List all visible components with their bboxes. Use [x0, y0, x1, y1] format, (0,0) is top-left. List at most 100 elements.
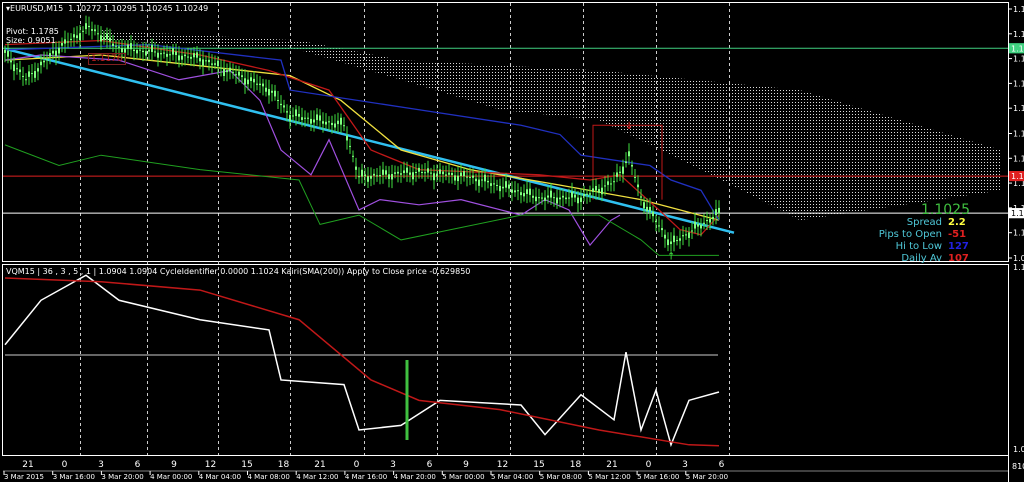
candle-body [181, 55, 183, 60]
candle-body [334, 123, 336, 128]
candle-body [448, 172, 450, 175]
candle-body [22, 75, 24, 77]
price-axis-label: 1.11505 [1013, 79, 1024, 88]
candle-body [250, 77, 252, 81]
candle-body [703, 222, 705, 224]
candle-body [505, 181, 507, 188]
oscillator-axis-label: 1.1099 [1013, 263, 1024, 272]
candle-body [34, 71, 36, 78]
candle-body [136, 50, 138, 54]
candle-body [208, 59, 210, 63]
candle-body [49, 53, 51, 57]
price-axis-label: 1.11745 [1013, 55, 1024, 64]
candle-body [529, 188, 531, 195]
candle-body [418, 167, 420, 172]
candle-body [511, 189, 513, 193]
candle-body [109, 37, 111, 42]
candle-body [667, 239, 669, 246]
candle-body [106, 33, 108, 40]
candle-body [70, 38, 72, 40]
candle-body [406, 167, 408, 173]
candle-body [91, 29, 93, 31]
candle-body [355, 166, 357, 170]
candle-body [400, 173, 402, 175]
chart-canvas[interactable]: ↓↑ 1.122251.119851.117451.115051.112651.… [0, 0, 1024, 482]
info-row-value: 2.2 [948, 217, 966, 228]
symbol-label: EURUSD,M15 [10, 4, 64, 13]
candle-body [643, 202, 645, 209]
hour-label: 3 [682, 460, 688, 470]
candle-body [289, 114, 291, 122]
candle-body [556, 197, 558, 204]
candle-body [76, 35, 78, 39]
candle-body [274, 90, 276, 97]
candle-body [172, 48, 174, 55]
info-row: Daily Av 107 [901, 253, 970, 264]
price-axis-label: 1.10060 [1013, 229, 1024, 238]
candle-body [679, 238, 681, 241]
info-row-label: Daily Av [901, 253, 942, 264]
candle-body [52, 50, 54, 54]
hour-label: 21 [606, 460, 617, 470]
candle-body [664, 234, 666, 239]
candle-body [502, 186, 504, 189]
candle-body [598, 189, 600, 193]
chart-window[interactable]: ↓↑ 1.122251.119851.117451.115051.112651.… [0, 0, 1024, 482]
candle-body [220, 67, 222, 69]
hour-label: 3 [390, 460, 396, 470]
candle-body [652, 211, 654, 217]
candle-body [391, 174, 393, 180]
candle-body [562, 195, 564, 198]
candle-body [364, 174, 366, 177]
candle-body [349, 145, 351, 147]
candle-body [265, 87, 267, 92]
candle-body [430, 172, 432, 174]
candle-body [715, 209, 717, 215]
ohlc-values: 1.10272 1.10295 1.10245 1.10249 [68, 4, 209, 13]
candle-body [595, 185, 597, 191]
candle-body [103, 37, 105, 40]
candle-body [118, 46, 120, 48]
candle-body [439, 169, 441, 174]
candle-body [445, 174, 447, 176]
candle-body [238, 71, 240, 76]
candle-body [256, 83, 258, 85]
hour-label: 0 [646, 460, 652, 470]
candle-body [394, 172, 396, 174]
candle-body [328, 121, 330, 123]
price-tag: 1.10249 [1011, 209, 1024, 218]
info-row-value: 127 [948, 241, 969, 252]
candle-body [232, 72, 234, 74]
candle-body [346, 135, 348, 141]
candle-body [130, 43, 132, 50]
candle-body [73, 34, 75, 38]
candle-body [433, 173, 435, 181]
candle-body [271, 90, 273, 93]
candle-body [421, 172, 423, 174]
candle-body [244, 78, 246, 85]
candle-body [163, 52, 165, 54]
hour-label: 0 [354, 460, 360, 470]
candle-body [574, 194, 576, 198]
candle-body [427, 168, 429, 173]
candle-body [454, 175, 456, 181]
candle-body [688, 232, 690, 238]
hour-label: 18 [278, 460, 290, 470]
candle-body [235, 74, 237, 76]
candle-body [706, 220, 708, 222]
candle-body [700, 224, 702, 229]
date-label: 4 Mar 16:00 [345, 473, 387, 481]
candle-body [322, 121, 324, 124]
candle-body [442, 171, 444, 175]
candle-body [13, 64, 15, 72]
candle-body [487, 180, 489, 183]
candle-body [202, 59, 204, 66]
candle-body [88, 25, 90, 28]
candle-body [10, 60, 12, 63]
candle-body [31, 73, 33, 75]
candle-body [553, 197, 555, 199]
candle-body [403, 170, 405, 174]
date-label: 4 Mar 20:00 [394, 473, 436, 481]
candle-body [262, 83, 264, 87]
hour-label: 6 [135, 460, 141, 470]
